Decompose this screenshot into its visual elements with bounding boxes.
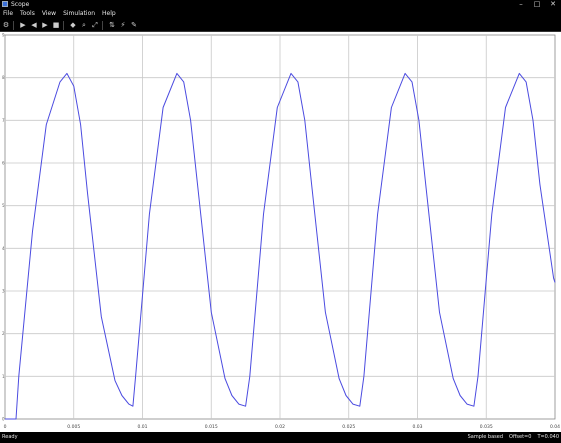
y-tick-label: 8: [2, 75, 5, 80]
x-tick-label: 0.005: [67, 424, 80, 430]
status-mode: Sample based: [467, 434, 504, 440]
y-tick-label: 3: [2, 289, 5, 294]
status-text: Ready: [2, 434, 18, 440]
scope-chart: 0 0.005 0.01 0.015 0.02 0.025 0.03 0.035 0.04 0 1 2…: [2, 33, 560, 431]
autoscale-icon[interactable]: ⤢: [91, 21, 99, 29]
toolbar-divider: [13, 20, 14, 30]
x-tick-label: 0.04: [550, 424, 560, 430]
scope-app-icon: [2, 1, 8, 7]
close-button[interactable]: ✕: [545, 0, 561, 9]
highlight-icon[interactable]: ◆: [69, 21, 77, 29]
x-tick-label: 0.01: [137, 424, 147, 430]
y-tick-label: 7: [2, 118, 5, 123]
menu-help[interactable]: Help: [99, 9, 120, 19]
y-tick-label: 0: [2, 417, 5, 422]
menu-file[interactable]: File: [0, 9, 17, 19]
stop-icon[interactable]: ■: [52, 21, 60, 29]
x-tick-label: 0.035: [480, 424, 493, 430]
scope-plot-area[interactable]: 0 0.005 0.01 0.015 0.02 0.025 0.03 0.035 0.04 0 1 2…: [0, 32, 561, 432]
window-title: Scope: [11, 1, 30, 8]
x-tick-label: 0.02: [275, 424, 285, 430]
x-tick-label: 0: [4, 424, 7, 430]
menu-bar: File Tools View Simulation Help: [0, 9, 561, 19]
menu-tools[interactable]: Tools: [17, 9, 39, 19]
toolbar-divider: [63, 20, 64, 30]
y-tick-label: 5: [2, 203, 5, 208]
zoom-icon[interactable]: ⌕: [80, 21, 88, 29]
status-bar: Ready Sample based Offset=0 T=0.040: [0, 432, 561, 443]
maximize-button[interactable]: □: [529, 0, 545, 9]
y-tick-label: 4: [2, 246, 5, 251]
status-right-group: Sample based Offset=0 T=0.040: [468, 432, 559, 443]
minimize-button[interactable]: –: [513, 0, 529, 9]
cursor-measure-icon[interactable]: ⇅: [108, 21, 116, 29]
step-forward-icon[interactable]: ▶: [41, 21, 49, 29]
style-icon[interactable]: ✎: [130, 21, 138, 29]
x-tick-label: 0.025: [342, 424, 355, 430]
status-offset: Offset=0: [509, 434, 532, 440]
window-controls: – □ ✕: [513, 0, 561, 9]
x-tick-label: 0.015: [205, 424, 218, 430]
y-tick-label: 6: [2, 161, 5, 166]
menu-simulation[interactable]: Simulation: [60, 9, 99, 19]
x-tick-label: 0.03: [412, 424, 422, 430]
step-back-icon[interactable]: ◀: [30, 21, 38, 29]
status-time: T=0.040: [537, 434, 559, 440]
y-tick-label: 2: [2, 331, 5, 336]
title-bar: Scope – □ ✕: [0, 0, 561, 9]
settings-icon[interactable]: ⚙: [2, 21, 10, 29]
menu-view[interactable]: View: [39, 9, 60, 19]
y-tick-label: 9: [2, 33, 5, 38]
y-tick-label: 1: [2, 374, 5, 379]
trigger-icon[interactable]: ⚡: [119, 21, 127, 29]
toolbar-divider: [102, 20, 103, 30]
play-icon[interactable]: ▶: [19, 21, 27, 29]
toolbar: ⚙ ▶ ◀ ▶ ■ ◆ ⌕ ⤢ ⇅ ⚡ ✎: [0, 19, 561, 32]
